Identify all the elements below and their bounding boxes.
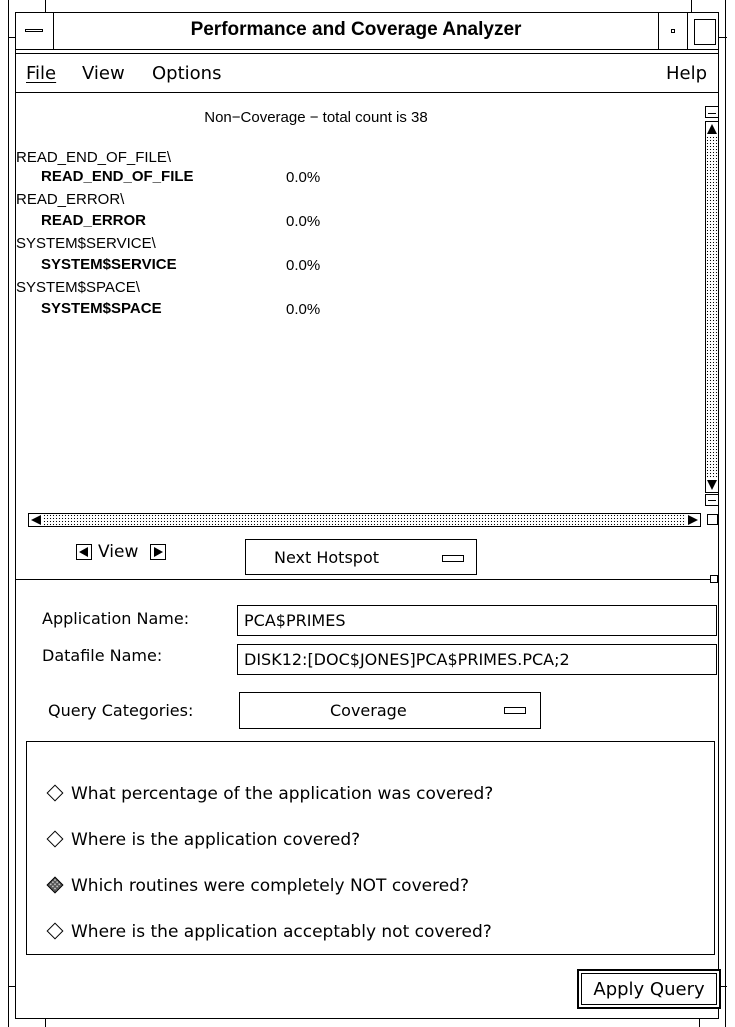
maximize-icon (694, 19, 716, 45)
module-name: READ_ERROR\ (16, 191, 125, 208)
resize-border-tick (719, 986, 727, 987)
view-next-button[interactable] (150, 544, 166, 560)
application-name-label: Application Name: (42, 609, 190, 628)
query-option-label: Where is the application acceptably not … (71, 922, 492, 942)
menu-file[interactable]: File (26, 63, 56, 84)
next-hotspot-menu[interactable]: Next Hotspot (245, 539, 477, 575)
pane-separator (16, 579, 718, 580)
vertical-scrollbar[interactable] (705, 121, 719, 493)
menu-help[interactable]: Help (666, 63, 707, 84)
query-option-label: Where is the application covered? (71, 830, 361, 850)
resize-border-tick (45, 1019, 46, 1027)
menu-bar: File View Options Help (16, 53, 718, 93)
window-frame: Performance and Coverage Analyzer File V… (15, 12, 721, 1019)
pane-sash[interactable] (710, 575, 718, 583)
resize-border-tick (45, 0, 46, 12)
view-label: View (98, 542, 139, 562)
scroll-to-top-button[interactable] (705, 106, 719, 118)
routine-percent: 0.0% (286, 257, 321, 274)
resize-border-tick (691, 0, 692, 12)
menu-view-label: View (82, 63, 125, 84)
menu-file-label: File (26, 63, 57, 84)
datafile-name-field[interactable]: DISK12:[DOC$JONES]PCA$PRIMES.PCA;2 (237, 644, 717, 675)
menu-options[interactable]: Options (152, 63, 221, 84)
window-menu-icon (25, 29, 43, 32)
routine-name: READ_ERROR (41, 212, 147, 229)
title-bar[interactable]: Performance and Coverage Analyzer (16, 13, 718, 50)
view-previous-button[interactable] (76, 544, 92, 560)
routine-name: SYSTEM$SPACE (41, 300, 162, 317)
minimize-button[interactable] (658, 13, 688, 49)
module-name: SYSTEM$SERVICE\ (16, 235, 156, 252)
radio-diamond-icon[interactable] (46, 922, 64, 940)
output-title: Non−Coverage − total count is 38 (204, 109, 428, 126)
module-name: READ_END_OF_FILE\ (16, 149, 172, 166)
query-categories-value: Coverage (330, 701, 407, 720)
apply-query-button[interactable]: Apply Query (577, 969, 721, 1009)
window-title: Performance and Coverage Analyzer (190, 19, 522, 40)
application-name-field[interactable]: PCA$PRIMES (237, 605, 717, 636)
scrollbar-corner (707, 514, 718, 525)
application-window: Performance and Coverage Analyzer File V… (8, 0, 727, 1027)
resize-border-tick (9, 986, 15, 987)
resize-border-tick (719, 37, 727, 38)
radio-diamond-selected-icon[interactable] (46, 876, 64, 894)
next-hotspot-label: Next Hotspot (274, 548, 380, 567)
query-options-box: What percentage of the application was c… (26, 741, 715, 955)
option-menu-indicator-icon (504, 707, 526, 714)
routine-percent: 0.0% (286, 213, 321, 230)
scroll-left-arrow-icon[interactable] (31, 515, 41, 525)
radio-diamond-icon[interactable] (46, 830, 64, 848)
option-menu-indicator-icon (442, 555, 464, 562)
resize-border-tick (699, 1019, 700, 1027)
query-option-label: What percentage of the application was c… (71, 784, 494, 804)
query-categories-label: Query Categories: (48, 701, 194, 720)
maximize-button[interactable] (688, 13, 718, 49)
horizontal-scroll-thumb[interactable] (43, 514, 686, 526)
menu-view[interactable]: View (82, 63, 125, 84)
routine-percent: 0.0% (286, 301, 321, 318)
scroll-to-bottom-button[interactable] (705, 494, 719, 506)
routine-percent: 0.0% (286, 169, 321, 186)
scroll-up-arrow-icon[interactable] (707, 124, 717, 134)
query-categories-menu[interactable]: Coverage (239, 692, 541, 729)
vertical-scroll-thumb[interactable] (706, 136, 718, 478)
minimize-icon (671, 29, 675, 33)
resize-border-tick (9, 37, 15, 38)
scroll-right-arrow-icon[interactable] (688, 515, 698, 525)
routine-name: SYSTEM$SERVICE (41, 256, 177, 273)
module-name: SYSTEM$SPACE\ (16, 279, 140, 296)
apply-query-label: Apply Query (593, 979, 705, 1000)
datafile-name-label: Datafile Name: (42, 646, 163, 665)
menu-help-label: Help (666, 63, 708, 84)
menu-options-label: Options (152, 63, 222, 84)
window-menu-button[interactable] (16, 13, 54, 49)
radio-diamond-icon[interactable] (46, 784, 64, 802)
query-option-label: Which routines were completely NOT cover… (71, 876, 469, 896)
output-pane: Non−Coverage − total count is 38 READ_EN… (16, 93, 718, 533)
horizontal-scrollbar[interactable] (28, 513, 701, 527)
scroll-down-arrow-icon[interactable] (707, 480, 717, 490)
routine-name: READ_END_OF_FILE (41, 168, 194, 185)
